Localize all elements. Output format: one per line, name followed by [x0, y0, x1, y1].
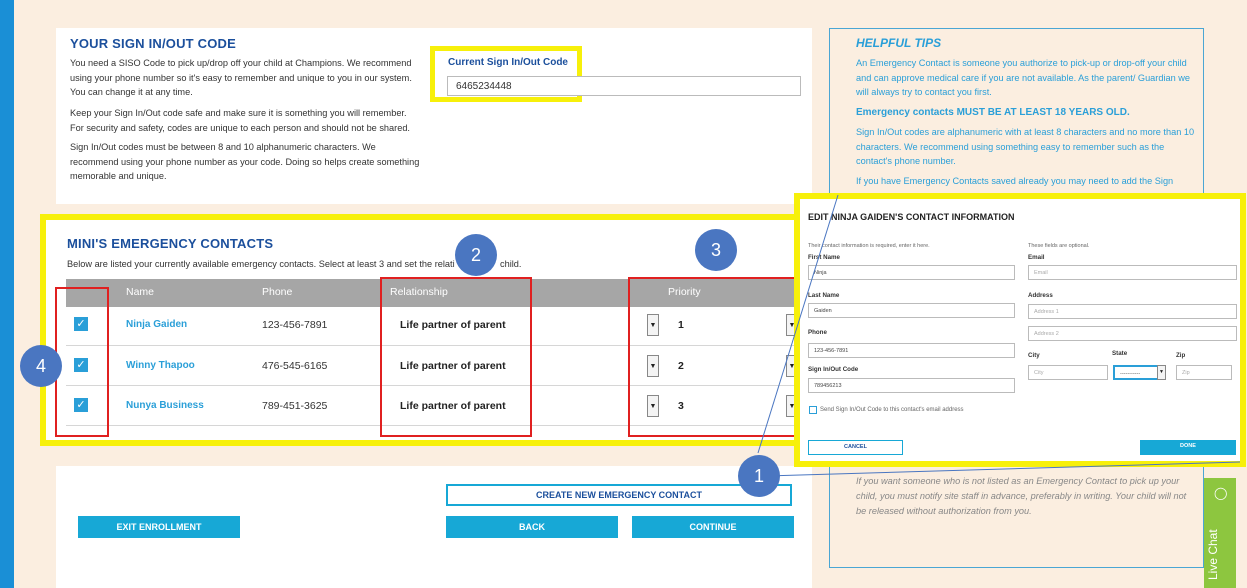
- tip-2: Emergency contacts MUST BE AT LEAST 18 Y…: [856, 107, 1130, 118]
- annotation-box-relationship: [380, 277, 532, 437]
- address-2-field[interactable]: Address 2: [1028, 326, 1237, 341]
- tip-5: If you want someone who is not listed as…: [856, 476, 1187, 516]
- current-code-label: Current Sign In/Out Code: [448, 57, 568, 68]
- tip-3: Sign In/Out codes are alphanumeric with …: [856, 127, 1195, 166]
- left-accent-bar: [0, 0, 14, 588]
- sign-in-code-paragraph-1: You need a SISO Code to pick up/drop off…: [70, 58, 412, 97]
- phone-label: Phone: [808, 329, 827, 336]
- annotation-box-priority: [628, 277, 803, 437]
- city-label: City: [1028, 352, 1040, 359]
- emergency-contacts-description: Below are listed your currently availabl…: [67, 259, 455, 269]
- contact-phone: 789-451-3625: [262, 400, 328, 412]
- current-code-input[interactable]: 6465234448: [447, 76, 801, 96]
- sign-in-code-paragraph-3: Sign In/Out codes must be between 8 and …: [70, 142, 420, 181]
- annotation-marker-1: 1: [738, 455, 780, 497]
- last-name-field[interactable]: Gaiden: [808, 303, 1015, 318]
- back-button[interactable]: BACK: [446, 516, 618, 538]
- live-chat-label[interactable]: Live Chat: [1206, 490, 1220, 580]
- emergency-contacts-description-tail: child.: [500, 259, 522, 269]
- tip-1: An Emergency Contact is someone you auth…: [856, 58, 1191, 97]
- contact-name-link[interactable]: Winny Thapoo: [126, 360, 195, 371]
- address-1-field[interactable]: Address 1: [1028, 304, 1237, 319]
- first-name-field[interactable]: Ninja: [808, 265, 1015, 280]
- zip-label: Zip: [1176, 352, 1186, 359]
- email-field[interactable]: Email: [1028, 265, 1237, 280]
- sign-in-code-title: YOUR SIGN IN/OUT CODE: [70, 36, 236, 51]
- sign-in-code-field[interactable]: 789456213: [808, 378, 1015, 393]
- modal-cancel-button[interactable]: CANCEL: [808, 440, 903, 455]
- annotation-box-checkboxes: [55, 287, 109, 437]
- exit-enrollment-button[interactable]: EXIT ENROLLMENT: [78, 516, 240, 538]
- column-header-name: Name: [126, 286, 155, 298]
- tip-4: If you have Emergency Contacts saved alr…: [856, 176, 1174, 186]
- contact-name-link[interactable]: Nunya Business: [126, 400, 204, 411]
- emergency-contacts-title: MINI'S EMERGENCY CONTACTS: [67, 236, 274, 251]
- email-label: Email: [1028, 254, 1045, 261]
- contact-phone: 123-456-7891: [262, 319, 328, 331]
- contact-phone: 476-545-6165: [262, 360, 328, 372]
- send-code-checkbox[interactable]: [809, 406, 817, 414]
- state-label: State: [1112, 350, 1128, 357]
- modal-done-button[interactable]: DONE: [1140, 440, 1236, 455]
- state-dropdown-arrow[interactable]: ▼: [1157, 365, 1166, 380]
- contact-name-link[interactable]: Ninja Gaiden: [126, 319, 187, 330]
- required-note: Their contact information is required, e…: [808, 243, 930, 249]
- state-select[interactable]: -----------: [1113, 365, 1159, 380]
- column-header-phone: Phone: [262, 286, 293, 298]
- code-label: Sign In/Out Code: [808, 366, 859, 373]
- optional-note: These fields are optional.: [1028, 243, 1090, 249]
- city-field[interactable]: City: [1028, 365, 1108, 380]
- continue-button[interactable]: CONTINUE: [632, 516, 794, 538]
- phone-field[interactable]: 123-456-7891: [808, 343, 1015, 358]
- create-contact-button[interactable]: CREATE NEW EMERGENCY CONTACT: [446, 484, 792, 506]
- modal-title: EDIT NINJA GAIDEN'S CONTACT INFORMATION: [808, 212, 1015, 222]
- last-name-label: Last Name: [808, 292, 840, 299]
- send-code-label: Send Sign In/Out Code to this contact's …: [820, 407, 964, 413]
- address-label: Address: [1028, 292, 1053, 299]
- zip-field[interactable]: Zip: [1176, 365, 1232, 380]
- annotation-marker-3: 3: [695, 229, 737, 271]
- annotation-marker-4: 4: [20, 345, 62, 387]
- helpful-tips-title: HELPFUL TIPS: [856, 36, 942, 50]
- annotation-marker-2: 2: [455, 234, 497, 276]
- first-name-label: First Name: [808, 254, 840, 261]
- sign-in-code-paragraph-2: Keep your Sign In/Out code safe and make…: [70, 108, 410, 133]
